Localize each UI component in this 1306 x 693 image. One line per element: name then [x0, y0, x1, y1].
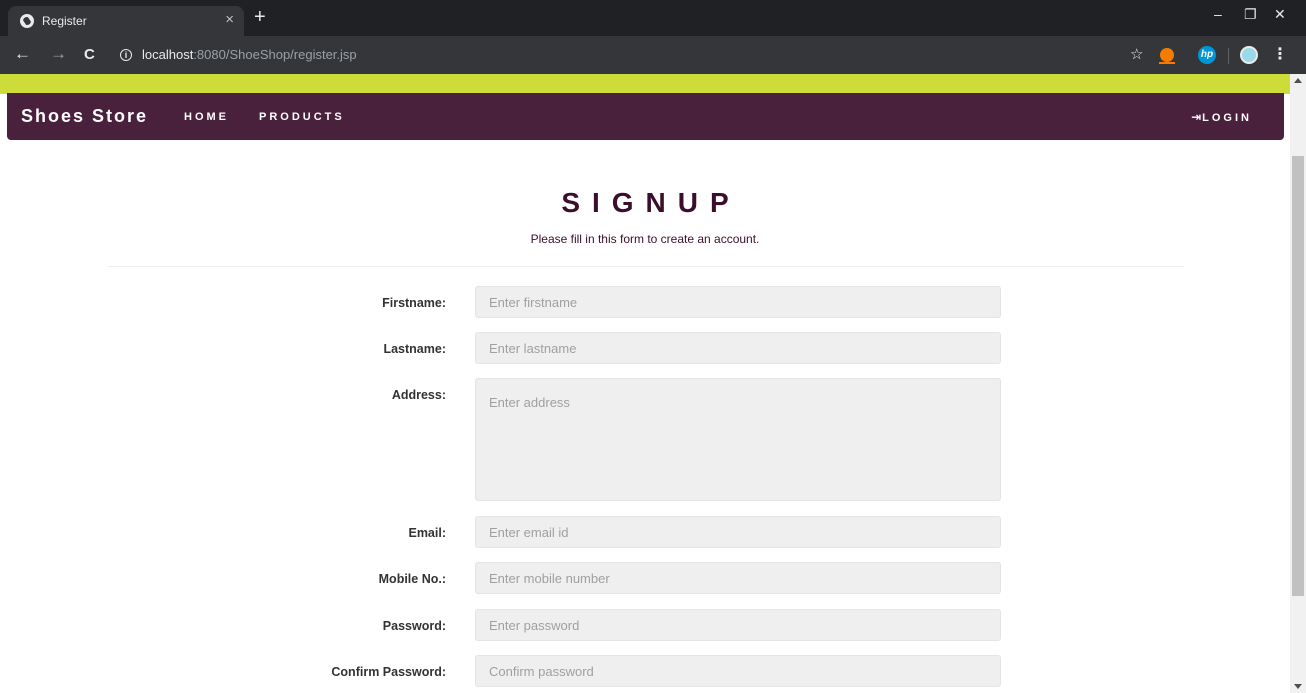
- password-input[interactable]: [475, 609, 1001, 641]
- firstname-label: Firstname:: [382, 296, 446, 310]
- confirm-password-label: Confirm Password:: [331, 665, 446, 679]
- hp-extension-icon[interactable]: hp: [1198, 46, 1216, 64]
- star-icon[interactable]: ☆: [1130, 45, 1143, 63]
- email-input[interactable]: [475, 516, 1001, 548]
- restore-button[interactable]: ❐: [1244, 6, 1257, 23]
- extension-icon[interactable]: [1159, 48, 1175, 64]
- tab-close-icon[interactable]: ×: [225, 11, 234, 28]
- nav-home-link[interactable]: HOME: [184, 111, 229, 123]
- login-label: LOGIN: [1202, 112, 1252, 124]
- minimize-button[interactable]: –: [1214, 6, 1222, 22]
- nav-products-link[interactable]: PRODUCTS: [259, 111, 345, 123]
- page-scrollbar[interactable]: [1290, 74, 1306, 693]
- browser-tabstrip: Register × + – ❐ ✕: [0, 0, 1306, 36]
- back-arrow-icon[interactable]: ←: [14, 45, 31, 63]
- new-tab-button[interactable]: +: [254, 6, 266, 28]
- toolbar-divider: [1228, 48, 1229, 64]
- email-label: Email:: [408, 526, 446, 540]
- forward-arrow-icon[interactable]: →: [50, 45, 67, 63]
- address-bar[interactable]: localhost:8080/ShoeShop/register.jsp: [142, 47, 357, 62]
- firstname-input[interactable]: [475, 286, 1001, 318]
- site-navbar: Shoes Store HOME PRODUCTS ⇥LOGIN: [7, 93, 1284, 140]
- profile-avatar[interactable]: [1240, 46, 1258, 64]
- reload-icon[interactable]: C: [84, 46, 95, 64]
- brand-logo[interactable]: Shoes Store: [21, 106, 148, 127]
- page-title: SIGNUP: [561, 187, 741, 218]
- page-subtitle: Please fill in this form to create an ac…: [530, 232, 760, 246]
- more-menu-icon[interactable]: ⋮: [1272, 44, 1288, 64]
- mobile-input[interactable]: [475, 562, 1001, 594]
- scroll-thumb[interactable]: [1292, 156, 1304, 596]
- login-link[interactable]: ⇥LOGIN: [1191, 110, 1252, 124]
- accent-strip: [0, 74, 1290, 94]
- divider: [108, 266, 1184, 267]
- scroll-down-arrow-icon[interactable]: [1294, 684, 1302, 689]
- url-host: localhost: [142, 47, 194, 62]
- tab-title: Register: [42, 14, 87, 28]
- globe-icon: [20, 14, 34, 28]
- browser-tab[interactable]: Register ×: [8, 6, 244, 36]
- mobile-label: Mobile No.:: [378, 572, 446, 586]
- address-label: Address:: [391, 388, 446, 402]
- url-path: :8080/ShoeShop/register.jsp: [193, 47, 357, 62]
- lastname-label: Lastname:: [383, 342, 446, 356]
- browser-toolbar: ← → C i localhost:8080/ShoeShop/register…: [0, 36, 1306, 74]
- password-label: Password:: [382, 619, 446, 633]
- scroll-up-arrow-icon[interactable]: [1294, 78, 1302, 83]
- confirm-password-input[interactable]: [475, 655, 1001, 687]
- address-textarea[interactable]: [475, 378, 1001, 501]
- login-icon: ⇥: [1191, 110, 1202, 124]
- close-window-button[interactable]: ✕: [1274, 6, 1286, 23]
- info-icon[interactable]: i: [120, 49, 132, 61]
- lastname-input[interactable]: [475, 332, 1001, 364]
